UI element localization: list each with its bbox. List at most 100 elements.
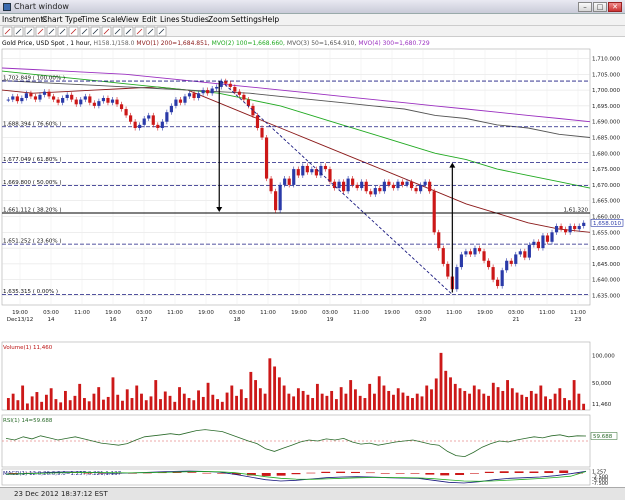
candle-body (33, 96, 38, 100)
menu-studies[interactable]: Studies (181, 15, 209, 24)
candle-body (428, 181, 432, 192)
time-axis-tick: 11:00 (74, 310, 90, 316)
fib-level-label: 1,688.394 ( 76.60% ) (3, 121, 62, 127)
macd-histogram-bar (440, 473, 450, 476)
volume-bar (491, 382, 495, 410)
volume-axis-tick: 100,000 (592, 354, 615, 360)
macd-histogram-bar (291, 473, 301, 475)
volume-bar (25, 403, 29, 410)
price-panel[interactable]: 1,710.000 1,705.000 1,700.000 1,695.000 1,69… (1, 48, 624, 323)
candle-body (387, 181, 391, 185)
zoom-out-icon[interactable] (112, 26, 123, 37)
volume-bar (344, 393, 348, 410)
menu-zoom[interactable]: Zoom (208, 15, 230, 24)
volume-bar (472, 385, 476, 410)
date-axis-tick: 17 (141, 317, 148, 323)
volume-bar (178, 387, 181, 410)
resistance-label: 1,61.320 (564, 207, 589, 213)
ellipse-icon[interactable] (79, 26, 90, 37)
line-icon[interactable] (24, 26, 35, 37)
menu-chart-type[interactable]: Chart Type (42, 15, 82, 24)
date-axis-tick: 16 (110, 317, 117, 323)
legend-mvo300: MVO(4) 300=1,680.729 (358, 40, 430, 47)
current-price-value: 1,658.010 (593, 221, 621, 227)
volume-bar (468, 393, 471, 410)
macd-histogram-bar (559, 470, 569, 473)
zoom-in-icon[interactable] (101, 26, 112, 37)
volume-bar (377, 376, 381, 410)
volume-bar (201, 396, 205, 410)
candle-body (11, 96, 15, 100)
candle-body (292, 169, 296, 185)
chart-canvas[interactable]: Gold Price, USD Spot , 1 hour, H158.1/15… (0, 37, 625, 487)
rsi-panel[interactable]: RSI(1) 14=59.688 59.688 (1, 414, 618, 468)
menu-settings[interactable]: Settings (231, 15, 262, 24)
menu-lines[interactable]: Lines (160, 15, 180, 24)
volume-bar (230, 385, 234, 410)
volume-bar (430, 389, 433, 410)
candle-body (65, 94, 69, 98)
volume-bar (44, 394, 48, 410)
volume-bar (487, 395, 490, 410)
rectangle-icon[interactable] (68, 26, 79, 37)
status-bar: 23 Dec 2012 18:37:12 EST (0, 487, 625, 500)
properties-icon[interactable] (156, 26, 167, 37)
candle-body (409, 181, 414, 189)
candle-body (269, 178, 273, 192)
price-plot-frame (1, 48, 591, 306)
window-title: Chart window (14, 2, 69, 11)
volume-bar (206, 382, 210, 410)
scroll-icon[interactable] (123, 26, 134, 37)
close-button[interactable]: ✕ (608, 2, 622, 12)
candle-body (129, 115, 133, 122)
text-icon[interactable] (90, 26, 101, 37)
candle-body (74, 99, 78, 105)
candle-body (29, 93, 33, 97)
volume-bar (544, 396, 548, 410)
volume-bar (439, 352, 443, 410)
volume-bar (220, 401, 224, 410)
candle-body (459, 254, 463, 268)
minimize-button[interactable]: – (578, 2, 592, 12)
volume-bar (192, 400, 196, 410)
macd-histogram-bar (351, 471, 360, 473)
volume-bar (301, 390, 305, 410)
crosshair-icon[interactable] (13, 26, 24, 37)
menu-instruments[interactable]: Instruments (2, 15, 47, 24)
volume-bar (392, 394, 395, 410)
volume-panel[interactable]: Volume(1) 11,460 100,000 50,000 11,460 (1, 341, 615, 411)
volume-bar (525, 396, 528, 410)
maximize-button[interactable]: □ (593, 2, 607, 12)
macd-panel[interactable]: MACD(1) 12.0,26.0,9.0=1.257,0.221,1.137 1… (1, 468, 608, 487)
volume-bar (320, 393, 324, 410)
candle-body (278, 184, 282, 211)
toolbar-icons (2, 26, 167, 37)
print-icon[interactable] (145, 26, 156, 37)
menu-view[interactable]: View (121, 15, 139, 24)
grid-icon[interactable] (134, 26, 145, 37)
price-axis-tick: 1,665.000 (592, 199, 620, 205)
legend-mvo100: MVO(2) 100=1,668.660, (212, 40, 285, 47)
volume-bar (501, 390, 505, 410)
price-axis-tick: 1,675.000 (592, 167, 620, 173)
candle-body (400, 181, 405, 185)
volume-bar (477, 389, 481, 410)
volume-bar (16, 400, 20, 410)
menu-help[interactable]: Help (262, 15, 279, 24)
date-axis-tick: 19 (327, 317, 334, 323)
chart-area[interactable]: Gold Price, USD Spot , 1 hour, H158.1/15… (0, 37, 625, 487)
volume-bar (111, 377, 115, 410)
menu-edit[interactable]: Edit (142, 15, 157, 24)
candle-body (169, 105, 173, 113)
arrow-icon[interactable] (2, 26, 13, 37)
menu-time-scale[interactable]: Time Scale (81, 15, 122, 24)
volume-bar (154, 380, 158, 410)
volume-bar (106, 396, 110, 410)
volume-bar (311, 398, 315, 410)
candle-body (224, 81, 228, 84)
fibonacci-icon[interactable] (57, 26, 68, 37)
channel-icon[interactable] (46, 26, 57, 37)
ray-icon[interactable] (35, 26, 46, 37)
title-bar[interactable]: Chart window – □ ✕ (0, 0, 625, 14)
candle-body (477, 248, 482, 252)
